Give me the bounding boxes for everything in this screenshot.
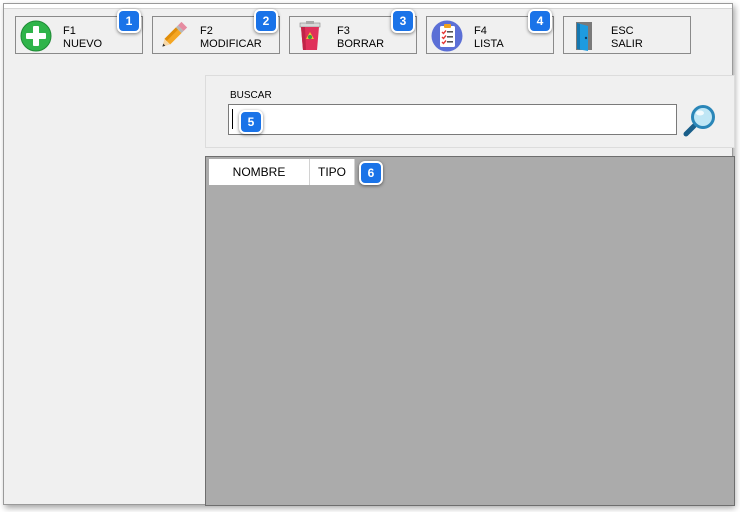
lista-key: F4 [474, 25, 487, 37]
modificar-button-text: F2 MODIFICAR [200, 25, 262, 51]
search-label: BUSCAR [230, 90, 272, 101]
borrar-label: BORRAR [337, 38, 385, 50]
plus-circle-icon [20, 20, 52, 52]
nuevo-key: F1 [63, 25, 76, 37]
text-caret [232, 109, 233, 129]
callout-badge-3: 3 [391, 9, 415, 33]
exit-door-icon [576, 22, 592, 51]
column-header-nombre[interactable]: NOMBRE [209, 159, 310, 185]
callout-badge-4: 4 [528, 9, 552, 33]
window-top-border [4, 4, 732, 9]
borrar-key: F3 [337, 25, 350, 37]
column-header-tipo[interactable]: TIPO [310, 159, 355, 185]
callout-badge-6: 6 [359, 161, 383, 185]
lista-button-text: F4 LISTA [474, 25, 504, 51]
nuevo-label: NUEVO [63, 38, 103, 50]
recycle-bin-icon [299, 21, 321, 50]
callout-badge-5: 5 [239, 110, 263, 134]
results-grid[interactable] [205, 156, 735, 506]
callout-badge-1: 1 [117, 9, 141, 33]
borrar-button-text: F3 BORRAR [337, 25, 384, 51]
search-input[interactable] [228, 104, 677, 135]
modificar-label: MODIFICAR [200, 38, 262, 50]
checklist-icon [431, 20, 463, 52]
salir-button[interactable]: ESC SALIR [563, 16, 691, 54]
salir-key: ESC [611, 25, 634, 37]
modificar-key: F2 [200, 25, 213, 37]
magnifier-icon[interactable] [683, 103, 717, 137]
salir-label: SALIR [611, 38, 643, 50]
nuevo-button-text: F1 NUEVO [63, 25, 102, 51]
lista-label: LISTA [474, 38, 504, 50]
pencil-icon [162, 21, 188, 47]
salir-button-text: ESC SALIR [611, 25, 643, 51]
callout-badge-2: 2 [254, 9, 278, 33]
